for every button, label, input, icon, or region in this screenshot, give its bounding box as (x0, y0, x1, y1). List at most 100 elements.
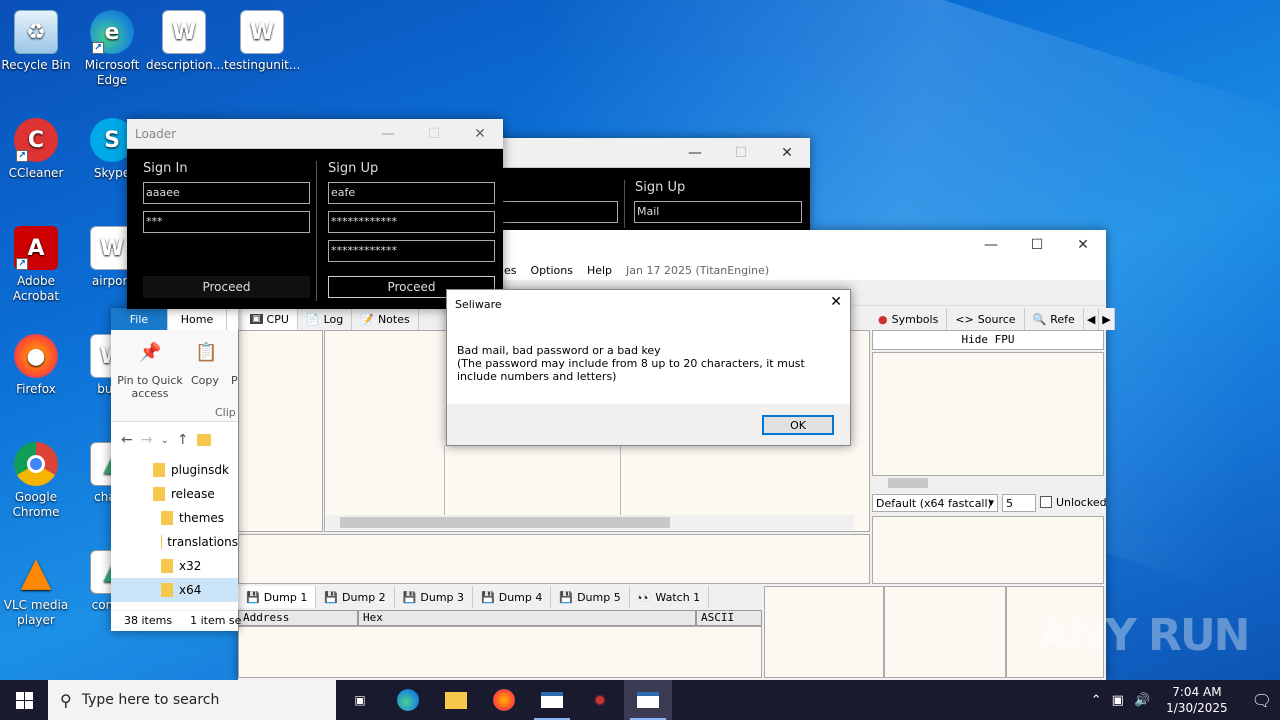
folder-item-pluginsdk[interactable]: pluginsdk (111, 458, 238, 482)
folder-item-themes[interactable]: themes (111, 506, 238, 530)
tab-scroll-right[interactable]: ▶ (1099, 308, 1115, 330)
maximize-button[interactable]: ☐ (1014, 230, 1060, 260)
registers-scrollbar[interactable] (872, 476, 1104, 490)
registers-view[interactable] (872, 352, 1104, 476)
tab-dump-3[interactable]: 💾 Dump 3 (394, 586, 474, 608)
desktop-icon-recycle-bin[interactable]: ♻ Recycle Bin (0, 4, 74, 73)
tab-dump-2[interactable]: 💾 Dump 2 (316, 586, 395, 608)
copy-button[interactable]: Copy (191, 374, 219, 387)
lower-right-pane-1[interactable] (764, 586, 884, 678)
folder-item-x64[interactable]: x64 (111, 578, 238, 602)
forward-arrow-icon[interactable]: → (141, 432, 153, 448)
desktop-icon-acrobat[interactable]: A ↗ Adobe Acrobat (0, 220, 74, 304)
tab-watch-1[interactable]: 👀 Watch 1 (629, 586, 710, 608)
pin-quick-access-button[interactable]: Pin to Quick access (117, 374, 183, 400)
menu-item-options[interactable]: Options (531, 264, 573, 277)
back-arrow-icon[interactable]: ← (121, 432, 133, 448)
taskbar-loader[interactable] (528, 680, 576, 720)
file-explorer-window[interactable]: File Home 📌 Pin to Quick access 📋 Copy P… (111, 308, 241, 631)
tab-cpu[interactable]: ▣ CPU (242, 308, 298, 330)
dialog-title: Seliware (455, 298, 502, 311)
tab-scroll-left[interactable]: ◀ (1083, 308, 1100, 330)
close-button[interactable]: ✕ (764, 138, 810, 168)
desktop-icon-chrome[interactable]: Google Chrome (0, 436, 74, 520)
scrollbar-thumb[interactable] (888, 478, 928, 488)
folder-item-translations[interactable]: translations (111, 530, 238, 554)
dialog-close-button[interactable]: ✕ (830, 294, 842, 310)
signin-username-field[interactable]: aaaee (143, 182, 310, 204)
tab-notes[interactable]: 📝 Notes (352, 308, 419, 330)
close-button[interactable]: ✕ (457, 119, 503, 149)
chevron-up-icon[interactable]: ⌃ (1091, 693, 1102, 708)
search-box[interactable]: ⚲ Type here to search (48, 680, 336, 720)
tab-dump-1[interactable]: 💾 Dump 1 (238, 586, 317, 608)
speaker-icon[interactable]: 🔊 (1134, 693, 1150, 708)
signup-password-field[interactable]: ************ (328, 211, 495, 233)
signup-username-field[interactable]: eafe (328, 182, 495, 204)
tab-references[interactable]: 🔍 Refe (1024, 308, 1084, 330)
start-button[interactable] (0, 680, 48, 720)
loader-window-2[interactable]: — ☐ ✕ Sign Up Mail (490, 138, 810, 230)
tab-log[interactable]: 📄 Log (297, 308, 353, 330)
tab-source[interactable]: <> Source (947, 308, 1025, 330)
minimize-button[interactable]: — (672, 138, 718, 168)
lower-right-pane-2[interactable] (884, 586, 1006, 678)
task-view-icon: ▣ (354, 693, 366, 707)
maximize-button[interactable]: ☐ (411, 119, 457, 149)
ribbon-tab-file[interactable]: File (111, 308, 167, 330)
desktop-icon-vlc[interactable]: ▲ VLC media player (0, 544, 74, 628)
signin-proceed-button[interactable]: Proceed (143, 276, 310, 298)
taskbar-seliware[interactable] (624, 680, 672, 720)
up-arrow-icon[interactable]: ↑ (177, 432, 189, 448)
horizontal-scrollbar[interactable] (326, 515, 854, 530)
close-button[interactable]: ✕ (1060, 230, 1106, 260)
folder-item-x32[interactable]: x32 (111, 554, 238, 578)
signup-confirm-password-field[interactable]: ************ (328, 240, 495, 262)
paste-button[interactable]: P (231, 374, 238, 387)
ribbon-tab-home[interactable]: Home (167, 308, 227, 330)
minimize-button[interactable]: — (365, 119, 411, 149)
desktop-icon-edge[interactable]: e ↗ Microsoft Edge (74, 4, 150, 88)
signin-password-field[interactable]: *** (143, 211, 310, 233)
taskbar-file-explorer[interactable] (432, 680, 480, 720)
maximize-button[interactable]: ☐ (718, 138, 764, 168)
tab-dump-5[interactable]: 💾 Dump 5 (551, 586, 630, 608)
taskbar-x64dbg[interactable]: ✹ (576, 680, 624, 720)
register-sidebar[interactable] (238, 330, 323, 532)
unlocked-checkbox[interactable] (1040, 496, 1052, 508)
recycle-bin-icon: ♻ (14, 10, 58, 54)
ok-button[interactable]: OK (762, 415, 834, 435)
tab-symbols[interactable]: ● Symbols (870, 308, 948, 330)
system-tray: ⌃ ▣ 🔊 7:04 AM 1/30/2025 🗨 (1091, 684, 1280, 716)
network-icon[interactable]: ▣ (1112, 693, 1124, 708)
source-icon: <> (955, 312, 974, 326)
clock[interactable]: 7:04 AM 1/30/2025 (1160, 684, 1234, 716)
stack-view[interactable] (872, 516, 1104, 584)
desktop-icon-ccleaner[interactable]: C ↗ CCleaner (0, 112, 74, 181)
folder-item-release[interactable]: release (111, 482, 238, 506)
desktop-icon-firefox[interactable]: ● Firefox (0, 328, 74, 397)
seliware-dialog[interactable]: Seliware ✕ Bad mail, bad password or a b… (446, 289, 851, 446)
menu-item[interactable]: es (504, 264, 517, 277)
calling-convention-select[interactable]: Default (x64 fastcall) ▾ (872, 494, 998, 512)
tab-dump-4[interactable]: 💾 Dump 4 (473, 586, 552, 608)
notification-icon[interactable]: 🗨 (1244, 691, 1272, 710)
desktop-icon-testingunit[interactable]: W testingunit... (224, 4, 300, 73)
taskbar-edge[interactable] (384, 680, 432, 720)
app-window-icon (541, 692, 563, 708)
address-bar: ← → ⌄ ↑ (111, 426, 238, 454)
signup-heading: Sign Up (635, 180, 686, 195)
loader-window[interactable]: Loader — ☐ ✕ Sign In aaaee *** Proceed S… (127, 119, 503, 309)
dump-view[interactable] (238, 626, 762, 678)
args-count-spinner[interactable]: 5 (1002, 494, 1036, 512)
menu-item-help[interactable]: Help (587, 264, 612, 277)
email-field[interactable]: Mail (634, 201, 802, 223)
scrollbar-thumb[interactable] (340, 517, 670, 528)
minimize-button[interactable]: — (968, 230, 1014, 260)
hide-fpu-bar[interactable]: Hide FPU (872, 330, 1104, 350)
task-view-button[interactable]: ▣ (336, 680, 384, 720)
taskbar-firefox[interactable] (480, 680, 528, 720)
text-field[interactable] (500, 201, 618, 223)
desktop-icon-description[interactable]: W description... (146, 4, 224, 73)
chevron-down-icon[interactable]: ⌄ (160, 435, 168, 446)
